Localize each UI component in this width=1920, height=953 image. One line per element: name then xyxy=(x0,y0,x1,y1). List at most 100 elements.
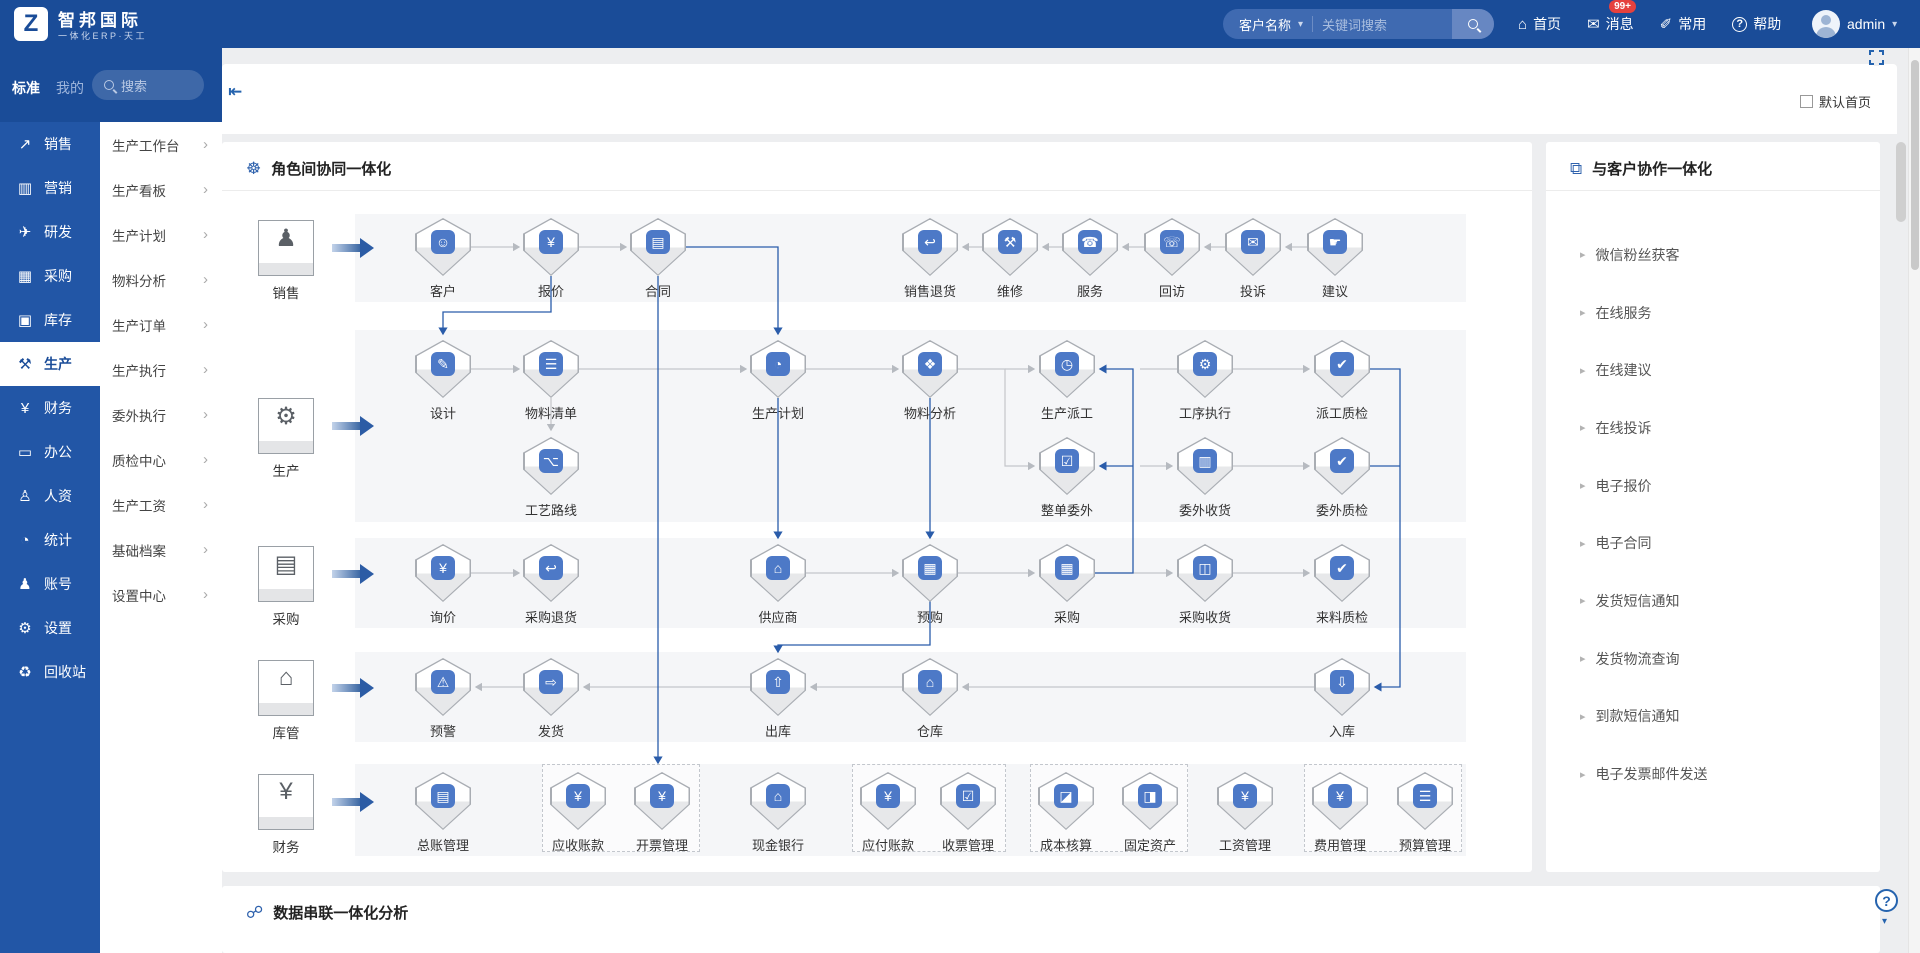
diagram-node[interactable]: ◪ 成本核算 xyxy=(1038,772,1094,830)
submenu-item[interactable]: 基础档案 › xyxy=(100,527,222,572)
diagram-node[interactable]: ❖ 物料分析 xyxy=(902,340,958,398)
submenu-item[interactable]: 质检中心 › xyxy=(100,437,222,482)
global-search[interactable]: 客户名称 ▾ 关键词搜索 xyxy=(1223,9,1494,39)
sidebar-item[interactable]: ⚙ 设置 xyxy=(0,606,100,650)
diagram-node-label: 合同 xyxy=(603,281,713,300)
sidebar-item[interactable]: ♻ 回收站 xyxy=(0,650,100,694)
user-menu[interactable]: admin ▾ xyxy=(1812,0,1897,48)
submenu-item[interactable]: 委外执行 › xyxy=(100,392,222,437)
diagram-node[interactable]: ☑ 收票管理 xyxy=(940,772,996,830)
panel-scrollbar-thumb[interactable] xyxy=(1896,142,1906,222)
sidebar-item[interactable]: ✈ 研发 xyxy=(0,210,100,254)
help-fab[interactable]: ? xyxy=(1875,889,1898,912)
diagram-node[interactable]: ◨ 固定资产 xyxy=(1122,772,1178,830)
diagram-node[interactable]: ¥ 询价 xyxy=(415,544,471,602)
submenu-item[interactable]: 物料分析 › xyxy=(100,257,222,302)
submenu-item[interactable]: 生产看板 › xyxy=(100,167,222,212)
customer-panel-item[interactable]: ▸ 微信粉丝获客 xyxy=(1580,226,1860,284)
topbar-nav-item[interactable]: ? 帮助 xyxy=(1732,14,1781,34)
diagram-node[interactable]: ☎ 服务 xyxy=(1062,218,1118,276)
diagram-node[interactable]: ▤ 总账管理 xyxy=(415,772,471,830)
diagram-node[interactable]: ☺ 客户 xyxy=(415,218,471,276)
sidebar-tab-mine[interactable]: 我的 xyxy=(56,78,84,98)
sidebar-item[interactable]: ▭ 办公 xyxy=(0,430,100,474)
diagram-node[interactable]: ☑ 整单委外 xyxy=(1039,437,1095,495)
submenu-item[interactable]: 生产工资 › xyxy=(100,482,222,527)
diagram-node[interactable]: ¥ 应付账款 xyxy=(860,772,916,830)
diagram-node[interactable]: ☰ 预算管理 xyxy=(1397,772,1453,830)
diagram-node[interactable]: ☏ 回访 xyxy=(1144,218,1200,276)
scrollbar[interactable] xyxy=(1908,48,1920,953)
diagram-node[interactable]: ▦ 采购 xyxy=(1039,544,1095,602)
sidebar-item[interactable]: ▣ 库存 xyxy=(0,298,100,342)
submenu-item[interactable]: 生产计划 › xyxy=(100,212,222,257)
diagram-node[interactable]: ▦ 预购 xyxy=(902,544,958,602)
diagram-node[interactable]: ☛ 建议 xyxy=(1307,218,1363,276)
logo[interactable]: Z xyxy=(14,7,48,41)
topbar-nav-item[interactable]: ✐ 常用 xyxy=(1660,14,1707,34)
sidebar-item[interactable]: ◔ 统计 xyxy=(0,518,100,562)
diagram-node[interactable]: ¥ 应收账款 xyxy=(550,772,606,830)
sidebar-item[interactable]: ▦ 采购 xyxy=(0,254,100,298)
diagram-node[interactable]: ▤ 合同 xyxy=(630,218,686,276)
diagram-node[interactable]: ⌂ 供应商 xyxy=(750,544,806,602)
diagram-node[interactable]: ¥ 工资管理 xyxy=(1217,772,1273,830)
topbar-nav-item[interactable]: ⌂ 首页 xyxy=(1518,14,1561,34)
topbar-nav-item[interactable]: ✉ 消息 99+ xyxy=(1587,14,1634,34)
diagram-node[interactable]: ◔ 生产计划 xyxy=(750,340,806,398)
diagram-node[interactable]: ⇨ 发货 xyxy=(523,658,579,716)
diagram-node[interactable]: ✉ 投诉 xyxy=(1225,218,1281,276)
customer-panel-item[interactable]: ▸ 在线投诉 xyxy=(1580,399,1860,457)
sidebar-item[interactable]: ♙ 人资 xyxy=(0,474,100,518)
diagram-node[interactable]: ⇧ 出库 xyxy=(750,658,806,716)
sidebar-item[interactable]: ▥ 营销 xyxy=(0,166,100,210)
diagram-node[interactable]: ◫ 采购收货 xyxy=(1177,544,1233,602)
diagram-node[interactable]: ✔ 派工质检 xyxy=(1314,340,1370,398)
submenu-item[interactable]: 设置中心 › xyxy=(100,572,222,617)
diagram-node[interactable]: ✎ 设计 xyxy=(415,340,471,398)
customer-panel-item[interactable]: ▸ 电子发票邮件发送 xyxy=(1580,745,1860,803)
sidebar-item[interactable]: ↗ 销售 xyxy=(0,122,100,166)
sidebar-item[interactable]: ¥ 财务 xyxy=(0,386,100,430)
diagram-node[interactable]: ¥ 开票管理 xyxy=(634,772,690,830)
diagram-node[interactable]: ✔ 来料质检 xyxy=(1314,544,1370,602)
customer-panel-item[interactable]: ▸ 电子合同 xyxy=(1580,514,1860,572)
diagram-node[interactable]: ⚠ 预警 xyxy=(415,658,471,716)
customer-panel-item[interactable]: ▸ 在线服务 xyxy=(1580,284,1860,342)
submenu-item[interactable]: 生产订单 › xyxy=(100,302,222,347)
diagram-node[interactable]: ⌂ 现金银行 xyxy=(750,772,806,830)
submenu-item[interactable]: 生产执行 › xyxy=(100,347,222,392)
fullscreen-icon[interactable] xyxy=(1869,50,1884,65)
sidebar-item[interactable]: ♟ 账号 xyxy=(0,562,100,606)
submenu-item[interactable]: 生产工作台 › xyxy=(100,122,222,167)
diagram-node[interactable]: ⌂ 仓库 xyxy=(902,658,958,716)
sidebar-tab-standard[interactable]: 标准 xyxy=(12,78,40,98)
contract-icon: ▤ xyxy=(646,230,670,254)
scrollbar-thumb[interactable] xyxy=(1911,60,1919,270)
diagram-node[interactable]: ↩ 采购退货 xyxy=(523,544,579,602)
diagram-node[interactable]: ¥ 费用管理 xyxy=(1312,772,1368,830)
diagram-node[interactable]: ◷ 生产派工 xyxy=(1039,340,1095,398)
search-button[interactable] xyxy=(1452,9,1494,39)
checkbox[interactable] xyxy=(1800,95,1813,108)
customer-panel-item[interactable]: ▸ 发货物流查询 xyxy=(1580,630,1860,688)
sidebar-item[interactable]: ⚒ 生产 xyxy=(0,342,100,386)
diagram-node[interactable]: ⇩ 入库 xyxy=(1314,658,1370,716)
diagram-node[interactable]: ⌥ 工艺路线 xyxy=(523,437,579,495)
search-input[interactable]: 关键词搜索 xyxy=(1322,15,1452,34)
customer-panel-item[interactable]: ▸ 到款短信通知 xyxy=(1580,688,1860,746)
customer-panel-item[interactable]: ▸ 发货短信通知 xyxy=(1580,572,1860,630)
diagram-node[interactable]: ¥ 报价 xyxy=(523,218,579,276)
diagram-node[interactable]: ✔ 委外质检 xyxy=(1314,437,1370,495)
customer-panel-item[interactable]: ▸ 电子报价 xyxy=(1580,457,1860,515)
diagram-node[interactable]: ⚙ 工序执行 xyxy=(1177,340,1233,398)
search-category-select[interactable]: 客户名称 xyxy=(1239,15,1291,34)
customer-panel-item[interactable]: ▸ 在线建议 xyxy=(1580,341,1860,399)
diagram-node[interactable]: ▥ 委外收货 xyxy=(1177,437,1233,495)
collapse-sidebar-icon[interactable]: ⇤ xyxy=(228,82,242,102)
diagram-node[interactable]: ⚒ 维修 xyxy=(982,218,1038,276)
diagram-node[interactable]: ☰ 物料清单 xyxy=(523,340,579,398)
default-home-option[interactable]: 默认首页 xyxy=(1800,92,1871,111)
sidebar-search[interactable]: 搜索 xyxy=(92,70,204,100)
diagram-node[interactable]: ↩ 销售退货 xyxy=(902,218,958,276)
